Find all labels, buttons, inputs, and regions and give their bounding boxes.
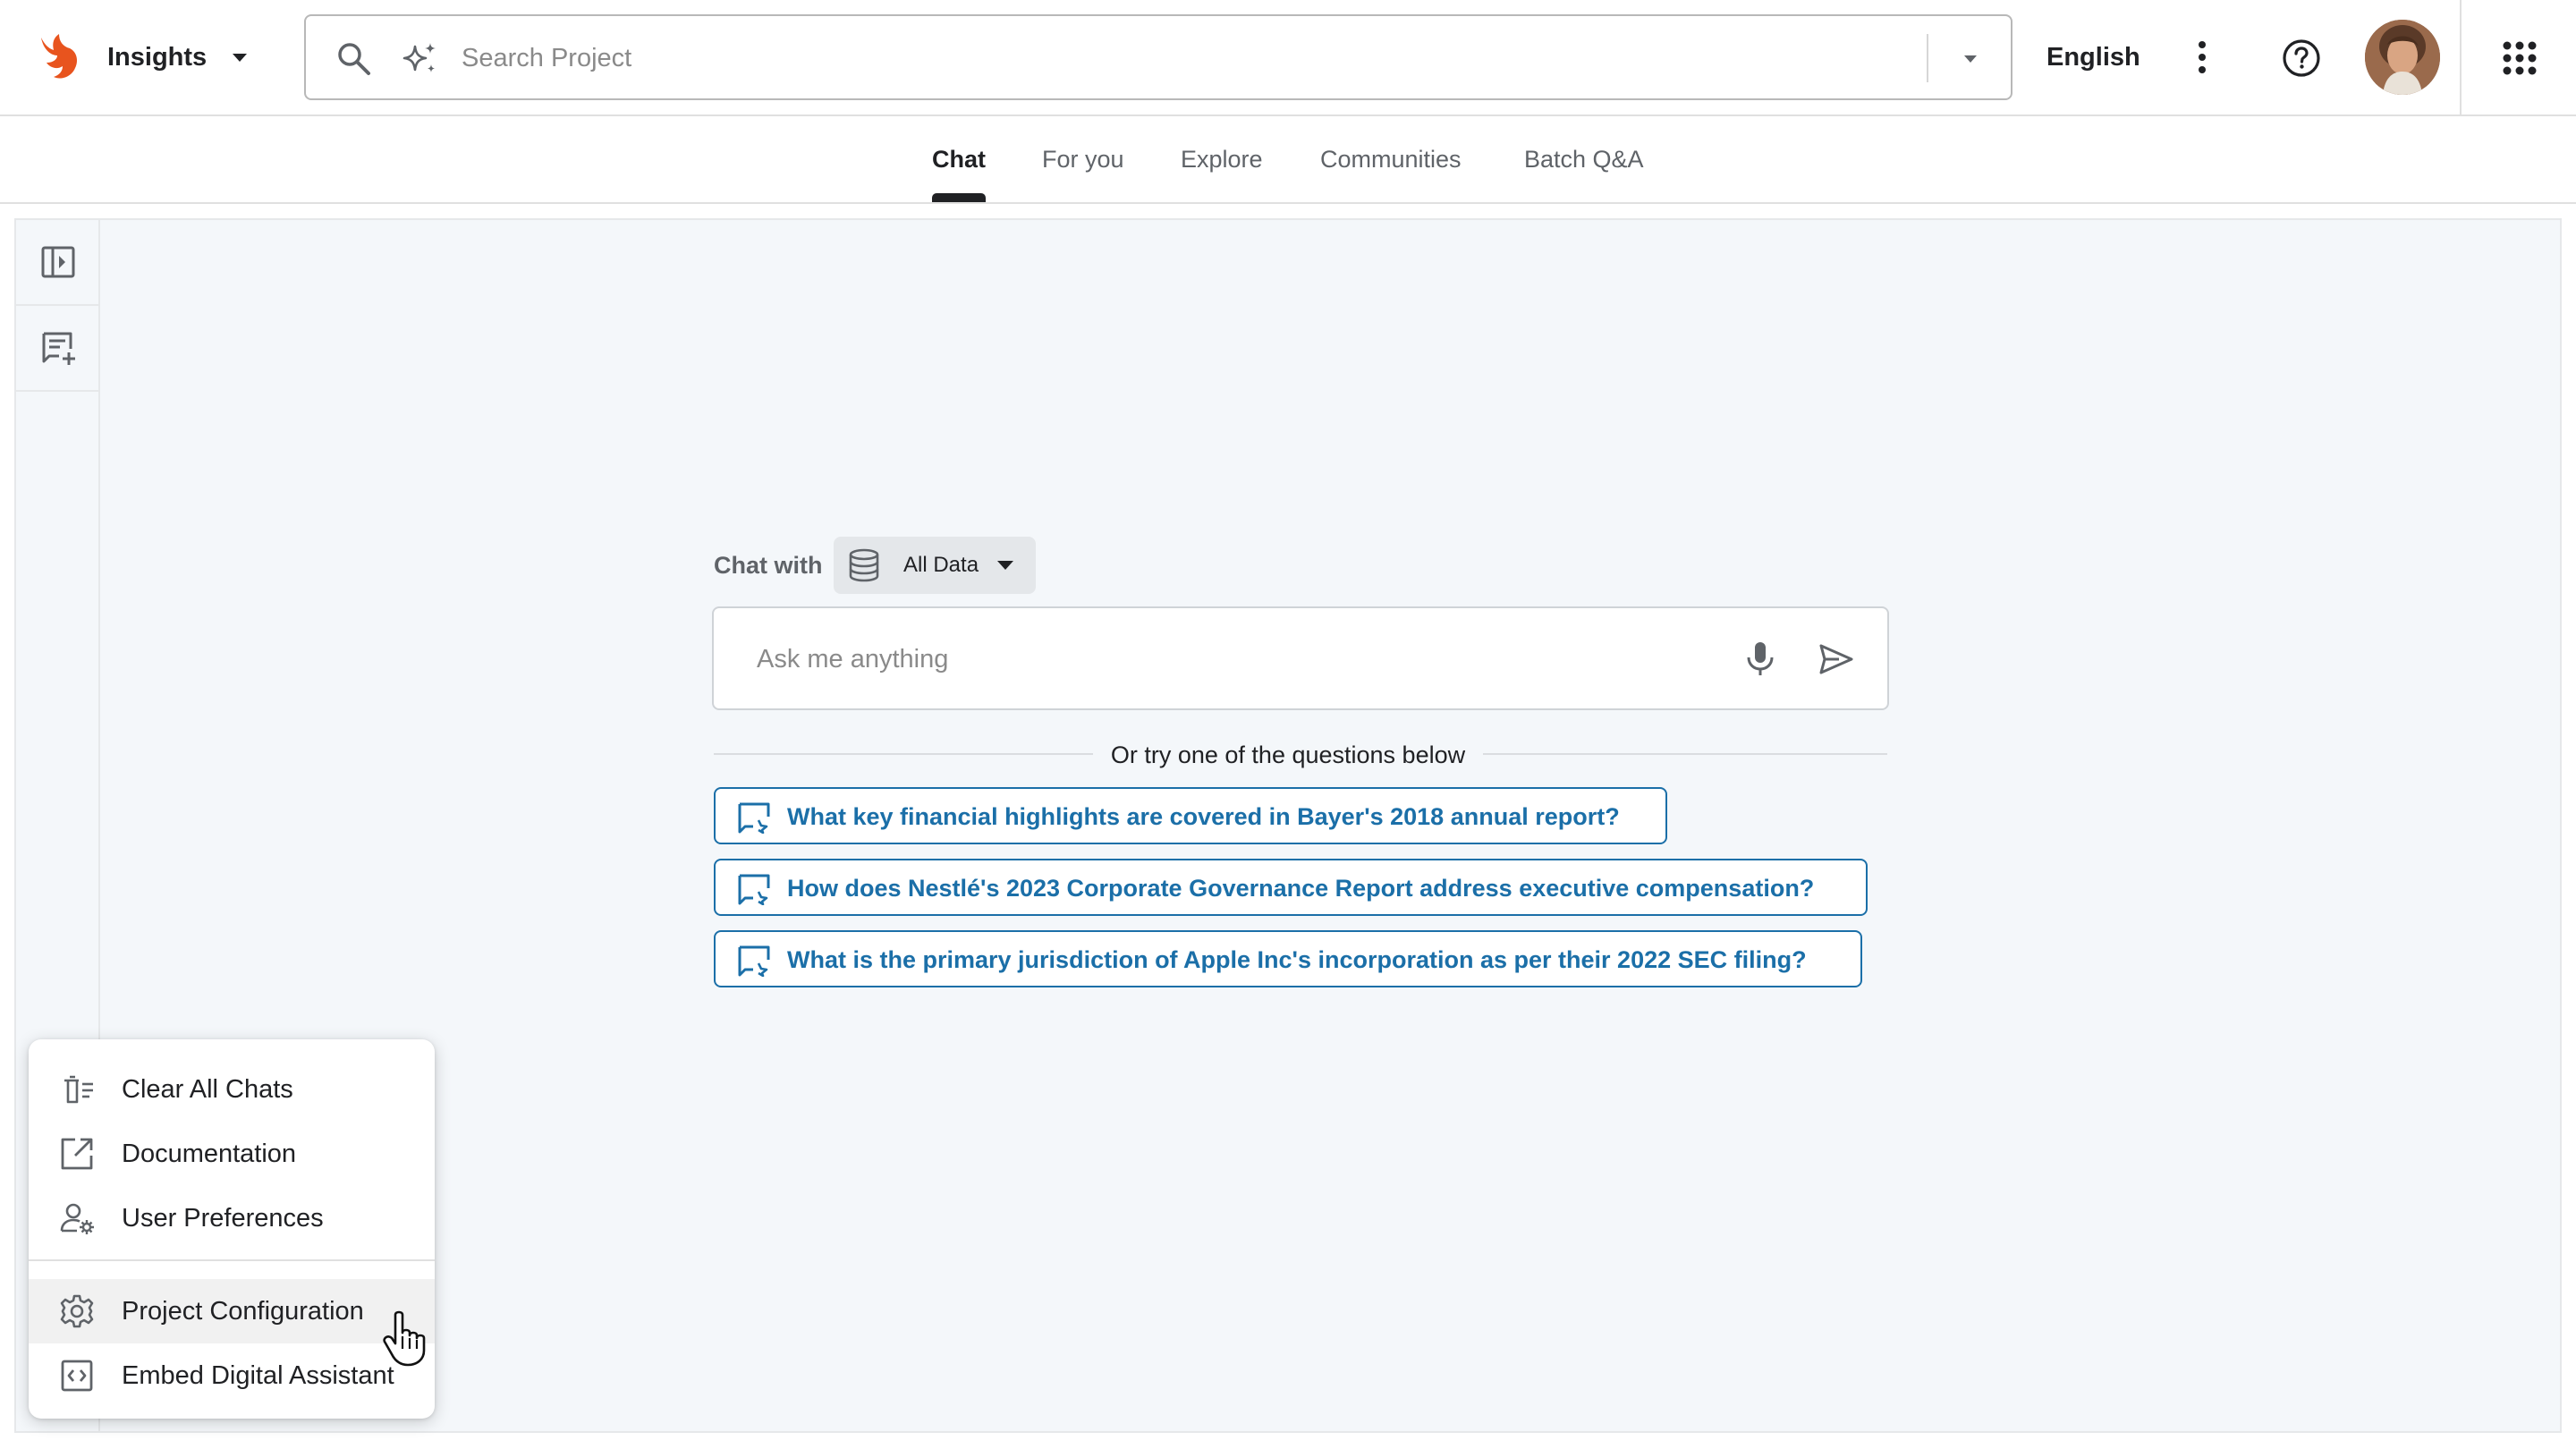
header-divider	[2460, 0, 2462, 116]
active-tab-indicator	[932, 193, 986, 202]
suggested-question-2[interactable]: How does Nestlé's 2023 Corporate Governa…	[714, 859, 1868, 916]
chat-input[interactable]	[757, 635, 1669, 683]
chat-with-label: Chat with	[714, 552, 823, 579]
menu-item-label: Project Configuration	[122, 1297, 364, 1326]
help-icon[interactable]	[2281, 38, 2322, 79]
microphone-icon[interactable]	[1741, 639, 1780, 678]
suggestions-heading-text: Or try one of the questions below	[1092, 741, 1484, 768]
tab-batch-qa[interactable]: Batch Q&A	[1524, 141, 1644, 177]
clear-list-icon	[64, 1075, 93, 1104]
tab-for-you[interactable]: For you	[1042, 141, 1124, 177]
chat-bubble-icon	[738, 802, 770, 834]
suggested-question-text: What is the primary jurisdiction of Appl…	[787, 946, 1807, 973]
external-link-icon	[61, 1138, 93, 1170]
apps-grid-icon[interactable]	[2499, 38, 2540, 79]
menu-item-label: Clear All Chats	[122, 1075, 293, 1104]
data-source-label: All Data	[903, 553, 979, 577]
suggested-question-text: How does Nestlé's 2023 Corporate Governa…	[787, 875, 1815, 902]
settings-menu: Clear All Chats Documentation User Prefe…	[29, 1039, 435, 1419]
chat-bubble-icon	[738, 945, 770, 977]
tab-chat[interactable]: Chat	[932, 141, 986, 177]
data-source-dropdown[interactable]: All Data	[834, 537, 1036, 594]
chat-input-box[interactable]	[712, 606, 1889, 710]
menu-item-label: User Preferences	[122, 1204, 324, 1233]
menu-item-label: Documentation	[122, 1140, 297, 1168]
toggle-sidebar-button[interactable]	[16, 220, 98, 306]
new-chat-button[interactable]	[16, 306, 98, 392]
menu-item-project-configuration[interactable]: Project Configuration	[29, 1279, 435, 1343]
gear-icon	[60, 1294, 94, 1328]
main-tabs: Chat For you Explore Communities Batch Q…	[0, 116, 2576, 204]
chat-bubble-icon	[738, 874, 770, 905]
menu-divider	[29, 1259, 435, 1261]
suggested-question-1[interactable]: What key financial highlights are covere…	[714, 787, 1667, 844]
sidebar-toggle-icon	[41, 246, 75, 278]
code-embed-icon	[61, 1360, 93, 1392]
suggestions-heading: Or try one of the questions below	[0, 739, 2576, 771]
menu-item-label: Embed Digital Assistant	[122, 1361, 394, 1390]
more-vert-icon[interactable]	[2186, 36, 2218, 79]
suggested-question-text: What key financial highlights are covere…	[787, 803, 1620, 830]
search-divider	[1927, 34, 1928, 82]
sparkle-icon[interactable]	[399, 39, 440, 80]
send-icon[interactable]	[1816, 639, 1857, 680]
chevron-down-icon	[995, 556, 1016, 574]
chevron-down-icon[interactable]	[227, 47, 252, 68]
user-settings-icon	[60, 1203, 94, 1234]
language-selector[interactable]: English	[2046, 39, 2140, 75]
database-icon	[846, 547, 882, 583]
logo-icon[interactable]	[36, 32, 80, 82]
menu-item-clear-all-chats[interactable]: Clear All Chats	[29, 1057, 435, 1122]
menu-item-embed-digital-assistant[interactable]: Embed Digital Assistant	[29, 1343, 435, 1408]
search-icon	[335, 39, 374, 79]
new-chat-icon	[42, 332, 75, 365]
menu-item-documentation[interactable]: Documentation	[29, 1122, 435, 1186]
app-switcher-label[interactable]: Insights	[107, 39, 207, 75]
suggested-question-3[interactable]: What is the primary jurisdiction of Appl…	[714, 930, 1862, 987]
avatar[interactable]	[2365, 20, 2440, 95]
top-header: Insights English	[0, 0, 2576, 116]
search-bar[interactable]	[304, 14, 2012, 100]
search-filter-dropdown-icon[interactable]	[1957, 47, 1984, 72]
tab-communities[interactable]: Communities	[1320, 141, 1462, 177]
search-input[interactable]	[462, 34, 1803, 82]
menu-item-user-preferences[interactable]: User Preferences	[29, 1186, 435, 1250]
hand-cursor-icon	[379, 1309, 429, 1368]
tab-explore[interactable]: Explore	[1181, 141, 1263, 177]
